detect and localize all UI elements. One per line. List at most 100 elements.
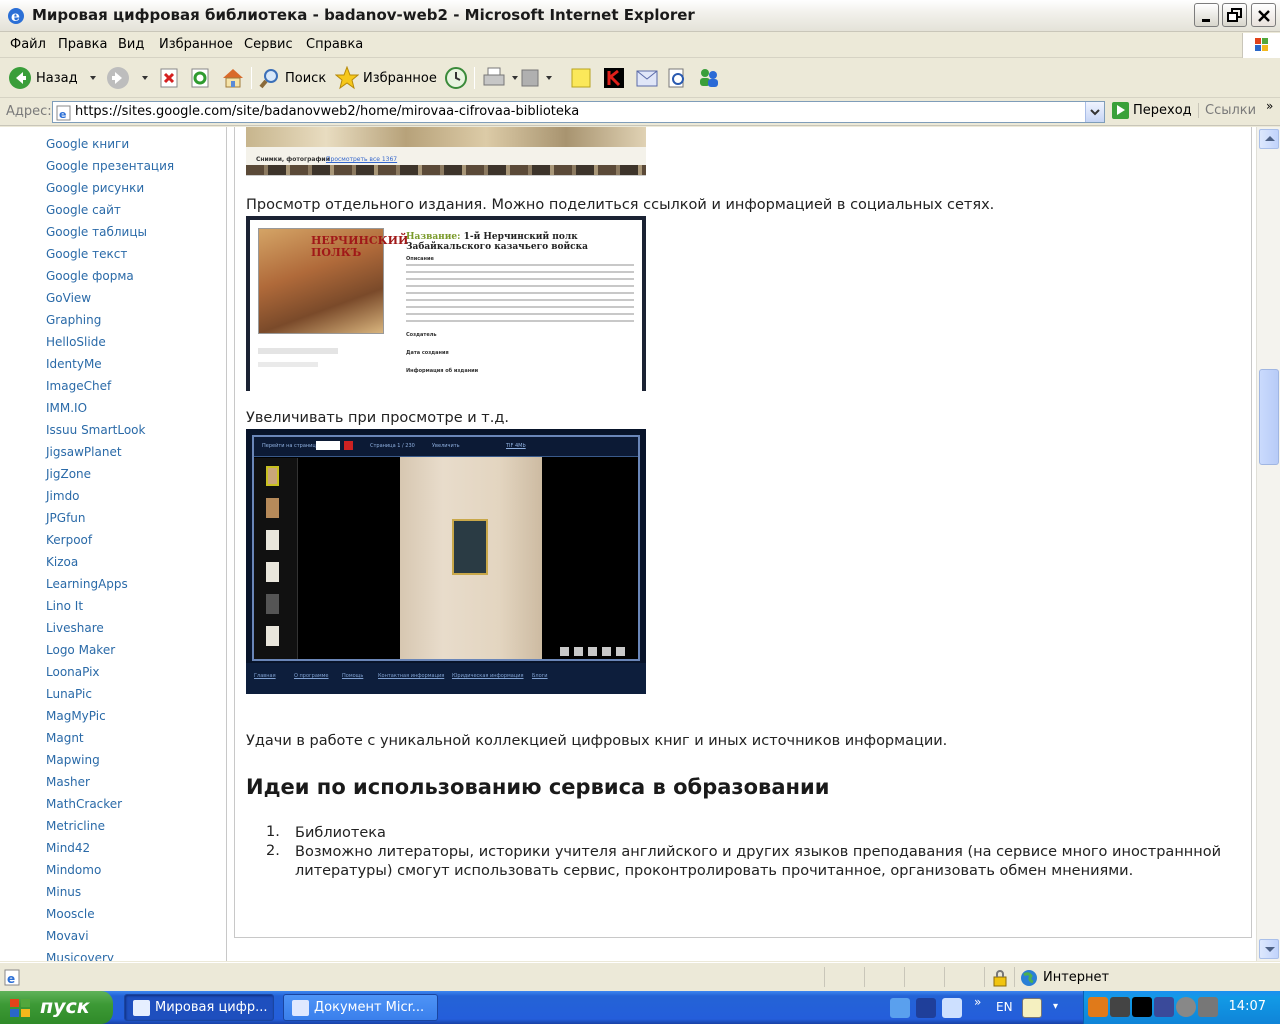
ie-icon	[133, 1000, 150, 1016]
network-icon[interactable]	[1154, 997, 1174, 1017]
sidebar-item[interactable]: Musicovery	[46, 947, 174, 961]
sidebar-item[interactable]: Kizoa	[46, 551, 174, 573]
sidebar-item[interactable]: JPGfun	[46, 507, 174, 529]
minimize-button[interactable]	[1194, 3, 1219, 27]
sidebar-item[interactable]: ImageChef	[46, 375, 174, 397]
sidebar-item[interactable]: Mindomo	[46, 859, 174, 881]
messenger-button[interactable]	[697, 65, 721, 91]
sidebar-item[interactable]: Google рисунки	[46, 177, 174, 199]
sidebar-item[interactable]: JigsawPlanet	[46, 441, 174, 463]
taskbar-item-word[interactable]: Документ Micr...	[283, 994, 438, 1021]
sidebar-item[interactable]: HelloSlide	[46, 331, 174, 353]
history-button[interactable]	[444, 65, 468, 91]
viewer-footer: Главная О программе Помощь Контактная инфор…	[246, 663, 646, 694]
research-button[interactable]	[666, 65, 688, 91]
sidebar-item[interactable]: Google форма	[46, 265, 174, 287]
stop-button[interactable]	[159, 65, 181, 91]
tray-app-icon[interactable]	[1088, 997, 1108, 1017]
edit-icon	[521, 69, 539, 87]
maximize-button[interactable]	[1222, 3, 1247, 27]
sidebar-item[interactable]: Kerpoof	[46, 529, 174, 551]
sidebar-item[interactable]: Mooscle	[46, 903, 174, 925]
notes-button[interactable]	[570, 65, 592, 91]
sidebar-item[interactable]: MathCracker	[46, 793, 174, 815]
sidebar-item[interactable]: Issuu SmartLook	[46, 419, 174, 441]
home-button[interactable]	[221, 65, 245, 91]
sidebar-item[interactable]: Google книги	[46, 133, 174, 155]
language-indicator[interactable]: EN	[996, 1000, 1013, 1014]
sidebar-item[interactable]: LearningApps	[46, 573, 174, 595]
menu-tools[interactable]: Сервис	[244, 37, 293, 52]
sidebar-item[interactable]: Google текст	[46, 243, 174, 265]
sidebar-item[interactable]: MagMyPic	[46, 705, 174, 727]
chevron-down-icon	[546, 76, 552, 80]
sidebar-item[interactable]: Jimdo	[46, 485, 174, 507]
sidebar-item[interactable]: Lino It	[46, 595, 174, 617]
scroll-down-button[interactable]	[1259, 939, 1279, 959]
sidebar-item[interactable]: Masher	[46, 771, 174, 793]
favorites-button[interactable]: Избранное	[335, 65, 437, 91]
note-icon	[571, 68, 591, 88]
sidebar-item[interactable]: Logo Maker	[46, 639, 174, 661]
yandex-icon[interactable]	[916, 998, 936, 1018]
sidebar-item[interactable]: Google таблицы	[46, 221, 174, 243]
sidebar-item[interactable]: Google сайт	[46, 199, 174, 221]
sidebar-item[interactable]: LunaPic	[46, 683, 174, 705]
menu-favorites[interactable]: Избранное	[159, 37, 233, 52]
chevron-down-icon[interactable]: ▾	[1053, 1001, 1058, 1012]
status-bar: e Интернет	[0, 962, 1280, 990]
page-ie-icon: e	[4, 969, 20, 986]
chevron-down-icon	[142, 76, 148, 80]
address-dropdown-button[interactable]	[1085, 102, 1104, 122]
print-button[interactable]	[482, 65, 518, 91]
volume-icon[interactable]	[1176, 997, 1196, 1017]
help-icon[interactable]	[1022, 998, 1042, 1018]
refresh-icon	[191, 68, 209, 88]
sidebar-item[interactable]: Google презентация	[46, 155, 174, 177]
tray-app-icon[interactable]	[1198, 997, 1218, 1017]
sidebar-item[interactable]: Metricline	[46, 815, 174, 837]
back-arrow-icon	[9, 67, 31, 89]
chevron-down-icon	[512, 76, 518, 80]
edit-button[interactable]	[520, 65, 552, 91]
sidebar-item[interactable]: Mapwing	[46, 749, 174, 771]
tray-app-icon[interactable]	[1110, 997, 1130, 1017]
menu-edit[interactable]: Правка	[58, 37, 107, 52]
explorer-icon[interactable]	[942, 998, 962, 1018]
sidebar-item[interactable]: Graphing	[46, 309, 174, 331]
sidebar-item[interactable]: Magnt	[46, 727, 174, 749]
system-tray: 14:07	[1083, 991, 1280, 1024]
taskbar-item-browser[interactable]: Мировая цифр...	[124, 994, 274, 1021]
sidebar-item[interactable]: Mind42	[46, 837, 174, 859]
chevron-right-icon[interactable]: »	[974, 995, 981, 1009]
sidebar-item[interactable]: LoonaPix	[46, 661, 174, 683]
sidebar-item[interactable]: Movavi	[46, 925, 174, 947]
ie-quicklaunch-icon[interactable]	[890, 998, 910, 1018]
scroll-up-button[interactable]	[1259, 129, 1279, 149]
mail-button[interactable]	[635, 65, 659, 91]
sidebar-item[interactable]: Liveshare	[46, 617, 174, 639]
sidebar-item[interactable]: JigZone	[46, 463, 174, 485]
paragraph-good-luck: Удачи в работе с уникальной коллекцией ц…	[246, 733, 948, 749]
refresh-button[interactable]	[190, 65, 212, 91]
back-button[interactable]: Назад	[8, 65, 96, 91]
close-button[interactable]	[1251, 3, 1276, 27]
sidebar-item[interactable]: IMM.IO	[46, 397, 174, 419]
start-button[interactable]: пуск	[0, 991, 113, 1024]
forward-button[interactable]	[106, 65, 148, 91]
vertical-scrollbar[interactable]	[1256, 127, 1280, 961]
search-button[interactable]: Поиск	[259, 65, 326, 91]
links-label[interactable]: Ссылки	[1198, 103, 1256, 118]
sidebar-item[interactable]: IdentyMe	[46, 353, 174, 375]
address-input[interactable]: e https://sites.google.com/site/badanovw…	[52, 101, 1105, 123]
sidebar-item[interactable]: Minus	[46, 881, 174, 903]
scroll-thumb[interactable]	[1259, 369, 1279, 465]
menu-view[interactable]: Вид	[118, 37, 144, 52]
kaspersky-button[interactable]	[603, 65, 625, 91]
go-button[interactable]: Переход	[1112, 102, 1192, 119]
menu-file[interactable]: Файл	[10, 37, 46, 52]
menu-help[interactable]: Справка	[306, 37, 363, 52]
kaspersky-icon[interactable]	[1132, 997, 1152, 1017]
chevron-right-icon[interactable]: »	[1266, 99, 1273, 113]
sidebar-item[interactable]: GoView	[46, 287, 174, 309]
